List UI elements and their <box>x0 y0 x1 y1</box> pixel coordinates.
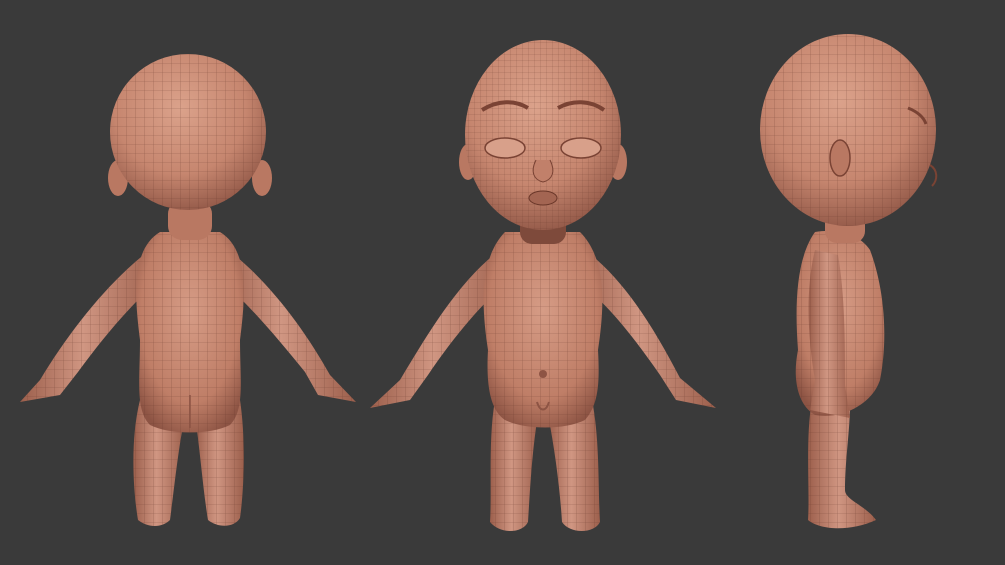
side-view-figure <box>760 34 938 529</box>
sculpt-viewport <box>0 0 1005 565</box>
turnaround-render <box>20 34 938 531</box>
back-view-figure <box>20 54 356 526</box>
front-view-figure <box>370 40 716 531</box>
